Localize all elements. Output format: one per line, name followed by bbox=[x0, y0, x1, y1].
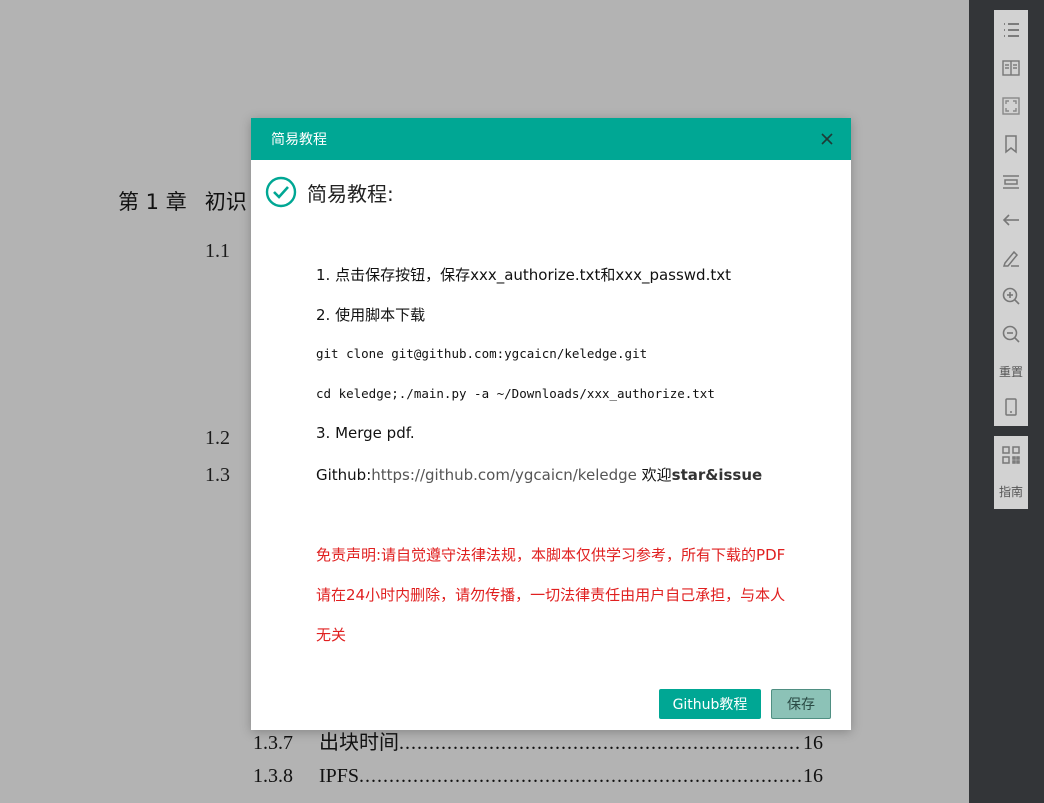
step-3: 3. Merge pdf. bbox=[316, 424, 415, 442]
disclaimer-line-2: 请在24小时内删除，请勿传播，一切法律责任由用户自己承担，与本人 bbox=[316, 586, 786, 604]
layout-icon[interactable] bbox=[994, 167, 1028, 197]
toc-number: 1.3.7 bbox=[253, 732, 293, 754]
bookmark-icon[interactable] bbox=[994, 129, 1028, 159]
check-circle-icon bbox=[265, 176, 297, 208]
chapter-number: 第 1 章 bbox=[118, 190, 187, 214]
toc-entry: 1.3.8 IPFS 16 bbox=[253, 765, 823, 788]
reset-button[interactable]: 重置 bbox=[994, 363, 1028, 380]
dialog-header: 简易教程 bbox=[251, 118, 851, 160]
qrcode-icon[interactable] bbox=[994, 440, 1028, 470]
toc-page: 16 bbox=[803, 765, 823, 787]
toc-entry: 1.3.7 出块时间 16 bbox=[253, 726, 823, 755]
github-link[interactable]: https://github.com/ygcaicn/keledge bbox=[371, 466, 637, 484]
toolbar-group-main: 重置 bbox=[994, 10, 1028, 426]
disclaimer-line-1: 免责声明:请自觉遵守法律法规，本脚本仅供学习参考，所有下载的PDF bbox=[316, 546, 786, 564]
toc-page: 16 bbox=[803, 732, 823, 754]
command-clone: git clone git@github.com:ygcaicn/keledge… bbox=[316, 346, 648, 361]
step-2: 2. 使用脚本下载 bbox=[316, 306, 426, 324]
mobile-icon[interactable] bbox=[994, 392, 1028, 422]
book-icon[interactable] bbox=[994, 53, 1028, 83]
github-tutorial-button[interactable]: Github教程 bbox=[659, 689, 761, 719]
save-button[interactable]: 保存 bbox=[771, 689, 831, 719]
github-line: Github:https://github.com/ygcaicn/keledg… bbox=[316, 464, 762, 485]
section-number: 1.3 bbox=[205, 464, 230, 486]
star-issue-text: star&issue bbox=[671, 466, 763, 484]
zoom-out-icon[interactable] bbox=[994, 319, 1028, 349]
guide-button[interactable]: 指南 bbox=[994, 483, 1028, 500]
toolbar-group-guide: 指南 bbox=[994, 436, 1028, 509]
command-run: cd keledge;./main.py -a ~/Downloads/xxx_… bbox=[316, 386, 715, 401]
zoom-in-icon[interactable] bbox=[994, 281, 1028, 311]
disclaimer-line-3: 无关 bbox=[316, 626, 347, 644]
toc-title: IPFS bbox=[319, 765, 360, 787]
fullscreen-icon[interactable] bbox=[994, 91, 1028, 121]
chapter-heading: 第 1 章初识 bbox=[118, 186, 265, 216]
close-icon[interactable] bbox=[819, 131, 835, 147]
section-number: 1.1 bbox=[205, 240, 230, 262]
chapter-title: 初识 bbox=[204, 190, 247, 214]
tutorial-dialog: 简易教程 简易教程: 1. 点击保存按钮，保存xxx_authorize.txt… bbox=[251, 118, 851, 730]
edit-icon[interactable] bbox=[994, 243, 1028, 273]
dialog-title: 简易教程 bbox=[271, 132, 327, 148]
toc-leader bbox=[359, 765, 801, 788]
dialog-heading: 简易教程: bbox=[265, 176, 394, 208]
back-icon[interactable] bbox=[994, 205, 1028, 235]
step-1: 1. 点击保存按钮，保存xxx_authorize.txt和xxx_passwd… bbox=[316, 266, 731, 284]
github-prefix: Github: bbox=[316, 466, 372, 484]
list-icon[interactable] bbox=[994, 15, 1028, 45]
welcome-text: 欢迎 bbox=[636, 466, 672, 484]
toc-leader bbox=[399, 732, 801, 755]
section-number: 1.2 bbox=[205, 427, 230, 449]
right-toolbar: 重置 指南 bbox=[969, 0, 1044, 803]
heading-text: 简易教程: bbox=[307, 181, 394, 206]
toc-title: 出块时间 bbox=[319, 732, 399, 754]
toc-number: 1.3.8 bbox=[253, 765, 293, 787]
